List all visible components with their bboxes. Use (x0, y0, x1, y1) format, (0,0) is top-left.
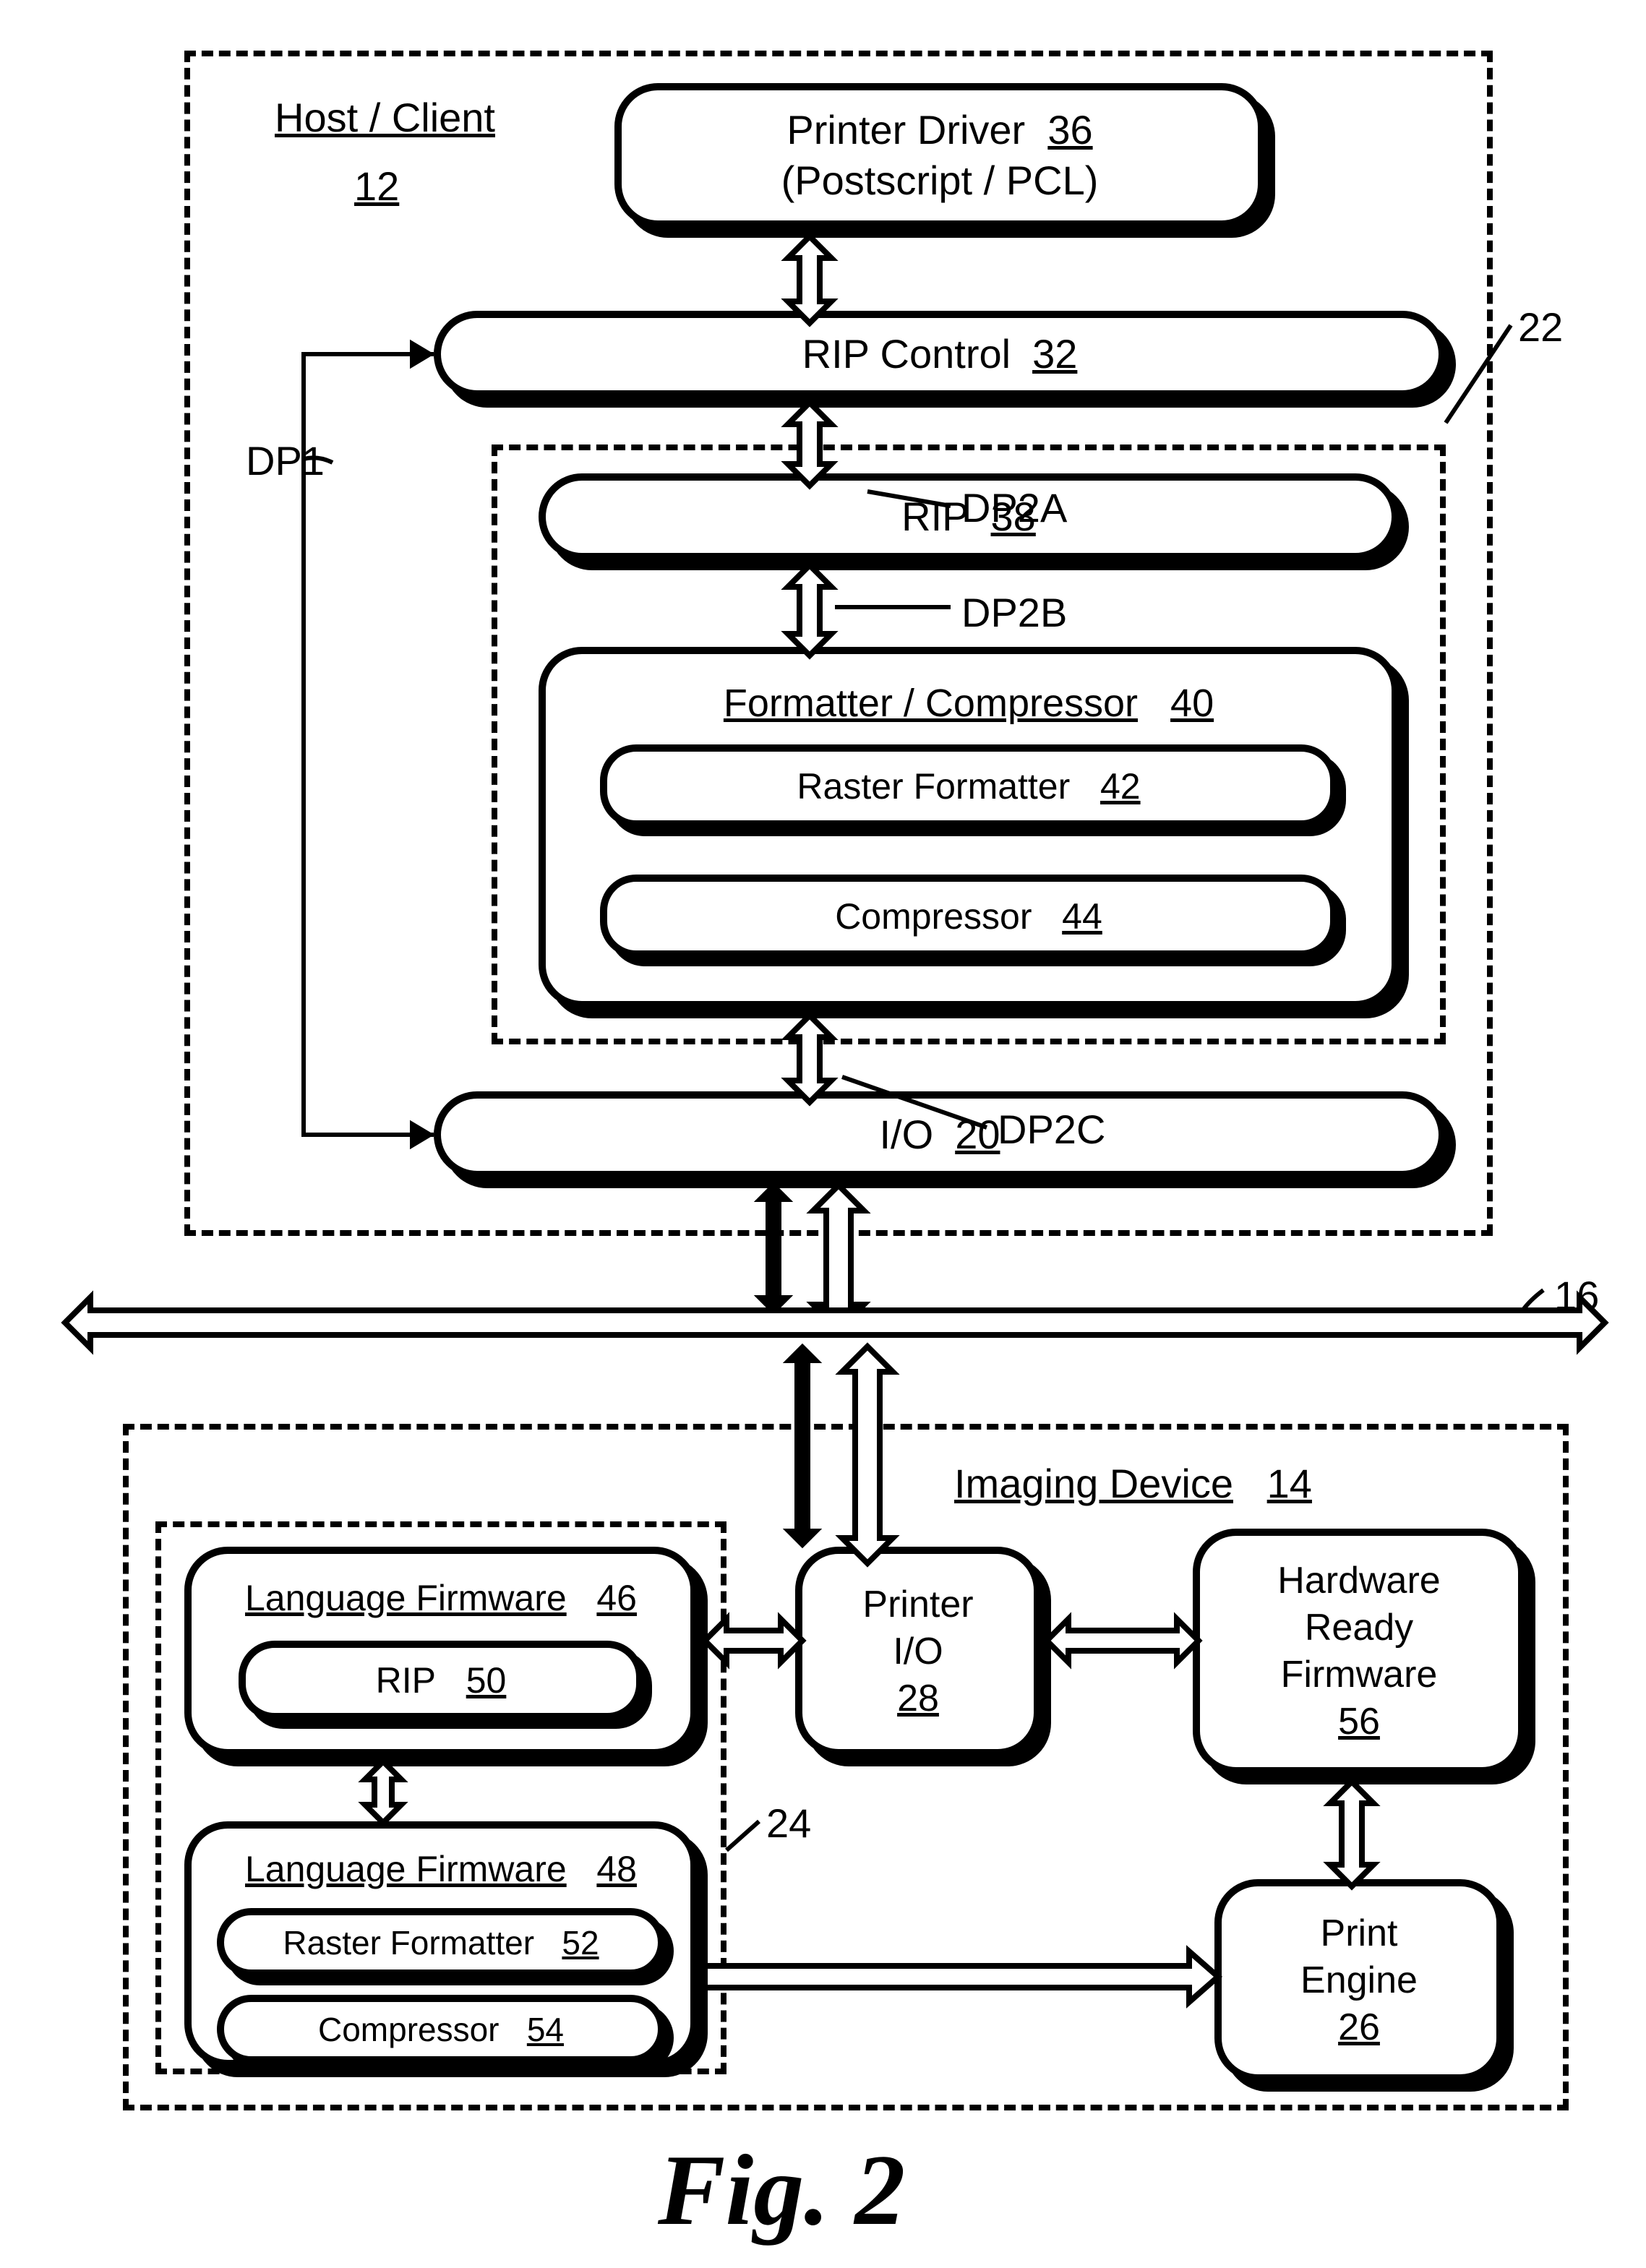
figure-caption: Fig. 2 (658, 2132, 905, 2248)
printer-io-box: Printer I/O 28 (795, 1547, 1041, 1756)
rip-control-label: RIP Control (802, 329, 1011, 379)
bus-ref: 16 (1554, 1272, 1599, 1319)
rip-50-ref: 50 (466, 1659, 507, 1701)
raster-formatter-52-box: Raster Formatter 52 (217, 1908, 665, 1977)
formatter-title: Formatter / Compressor 40 (724, 679, 1214, 729)
printer-driver-line2: (Postscript / PCL) (781, 155, 1099, 206)
io-box: I/O 20 (434, 1091, 1446, 1178)
rip-label: RIP (901, 491, 969, 542)
compressor-54-ref: 54 (527, 2010, 564, 2049)
compressor-box: Compressor 44 (600, 875, 1337, 958)
hrf-line2: Ready (1305, 1605, 1413, 1651)
group-24-ref: 24 (766, 1800, 811, 1847)
hrf-ref: 56 (1338, 1698, 1380, 1745)
group-22-ref: 22 (1518, 304, 1563, 351)
dp2c-label: DP2C (998, 1106, 1105, 1153)
raster-formatter-ref: 42 (1100, 765, 1141, 807)
print-engine-line1: Print (1321, 1910, 1398, 1957)
lang-fw-48-title: Language Firmware 48 (245, 1847, 637, 1892)
dp2b-label: DP2B (961, 589, 1067, 636)
printer-driver-line1: Printer Driver 36 (786, 105, 1092, 155)
rip-50-label: RIP (376, 1659, 436, 1701)
print-engine-ref: 26 (1338, 2004, 1380, 2051)
compressor-label: Compressor (835, 895, 1032, 937)
hrf-box: Hardware Ready Firmware 56 (1193, 1529, 1525, 1774)
hrf-line1: Hardware (1277, 1558, 1440, 1605)
rip-control-ref: 32 (1032, 329, 1077, 379)
printer-io-label: Printer I/O (862, 1581, 973, 1675)
host-client-ref: 12 (354, 163, 399, 210)
printer-driver-box: Printer Driver 36 (Postscript / PCL) (614, 83, 1265, 228)
dp1-label: DP1 (246, 437, 325, 484)
raster-formatter-label: Raster Formatter (797, 765, 1070, 807)
raster-formatter-52-label: Raster Formatter (283, 1923, 534, 1962)
rip-control-box: RIP Control 32 (434, 311, 1446, 398)
io-ref: 20 (955, 1109, 1000, 1160)
print-engine-box: Print Engine 26 (1214, 1879, 1504, 2082)
compressor-ref: 44 (1062, 895, 1102, 937)
compressor-54-label: Compressor (318, 2010, 500, 2049)
raster-formatter-box: Raster Formatter 42 (600, 744, 1337, 828)
raster-formatter-52-ref: 52 (562, 1923, 599, 1962)
dp2a-label: DP2A (961, 484, 1067, 531)
printer-io-ref: 28 (897, 1675, 939, 1722)
lang-fw-46-title: Language Firmware 46 (245, 1576, 637, 1621)
compressor-54-box: Compressor 54 (217, 1995, 665, 2063)
hrf-line3: Firmware (1281, 1651, 1438, 1698)
host-client-title: Host / Client (275, 94, 495, 141)
imaging-device-title: Imaging Device 14 (954, 1460, 1312, 1507)
io-label: I/O (880, 1109, 934, 1160)
rip-50-box: RIP 50 (239, 1641, 643, 1720)
print-engine-line2: Engine (1300, 1957, 1418, 2004)
